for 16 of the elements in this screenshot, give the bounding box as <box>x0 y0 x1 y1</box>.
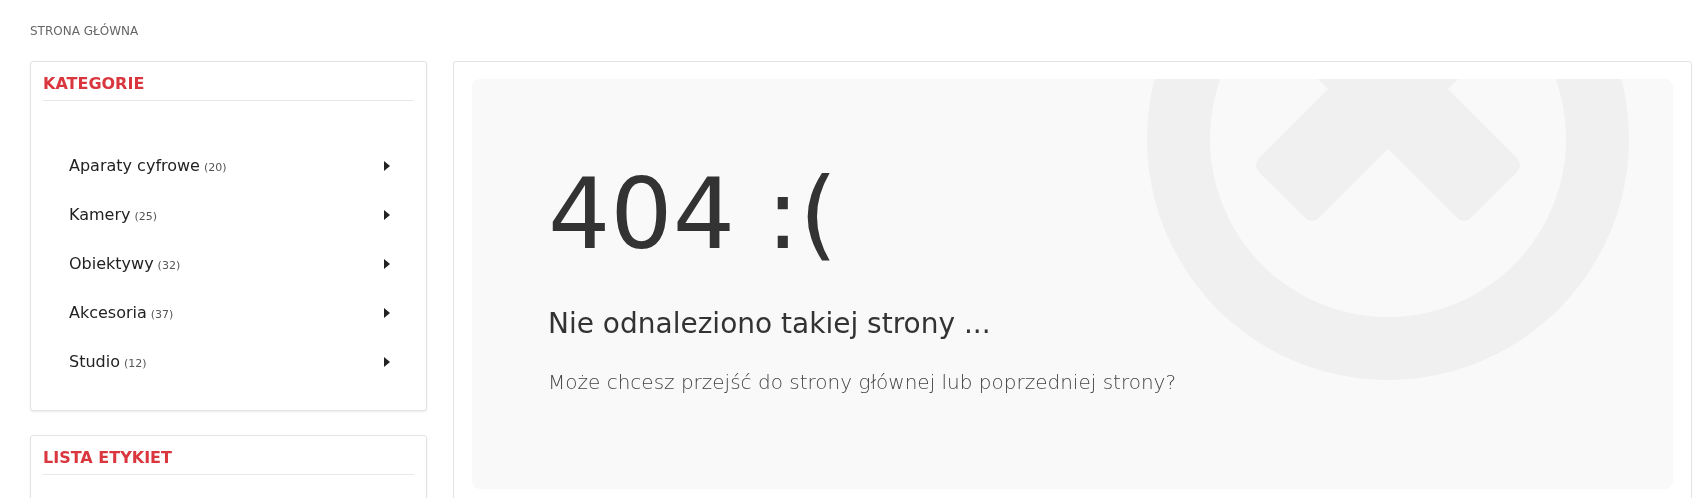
category-item[interactable]: Studio (12) <box>69 337 390 386</box>
error-title: Nie odnaleziono takiej strony ... <box>548 306 992 340</box>
breadcrumb-link[interactable]: STRONA GŁÓWNA <box>30 24 139 38</box>
caret-icon <box>384 209 390 220</box>
panel-title: KATEGORIE <box>43 74 414 101</box>
category-item[interactable]: Kamery (25) <box>69 190 390 239</box>
caret-icon <box>384 356 390 367</box>
error-code: 404 :( <box>548 161 839 269</box>
caret-icon <box>384 160 390 171</box>
caret-icon <box>384 307 390 318</box>
panel-title: LISTA ETYKIET <box>43 448 414 475</box>
category-item[interactable]: Obiektywy (32) <box>69 239 390 288</box>
caret-icon <box>384 258 390 269</box>
category-item[interactable]: Aparaty cyfrowe (20) <box>69 141 390 190</box>
category-item[interactable]: Akcesoria (37) <box>69 288 390 337</box>
error-message: Może chcesz przejść do strony głównej lub poprzedniej strony? <box>548 369 1178 394</box>
